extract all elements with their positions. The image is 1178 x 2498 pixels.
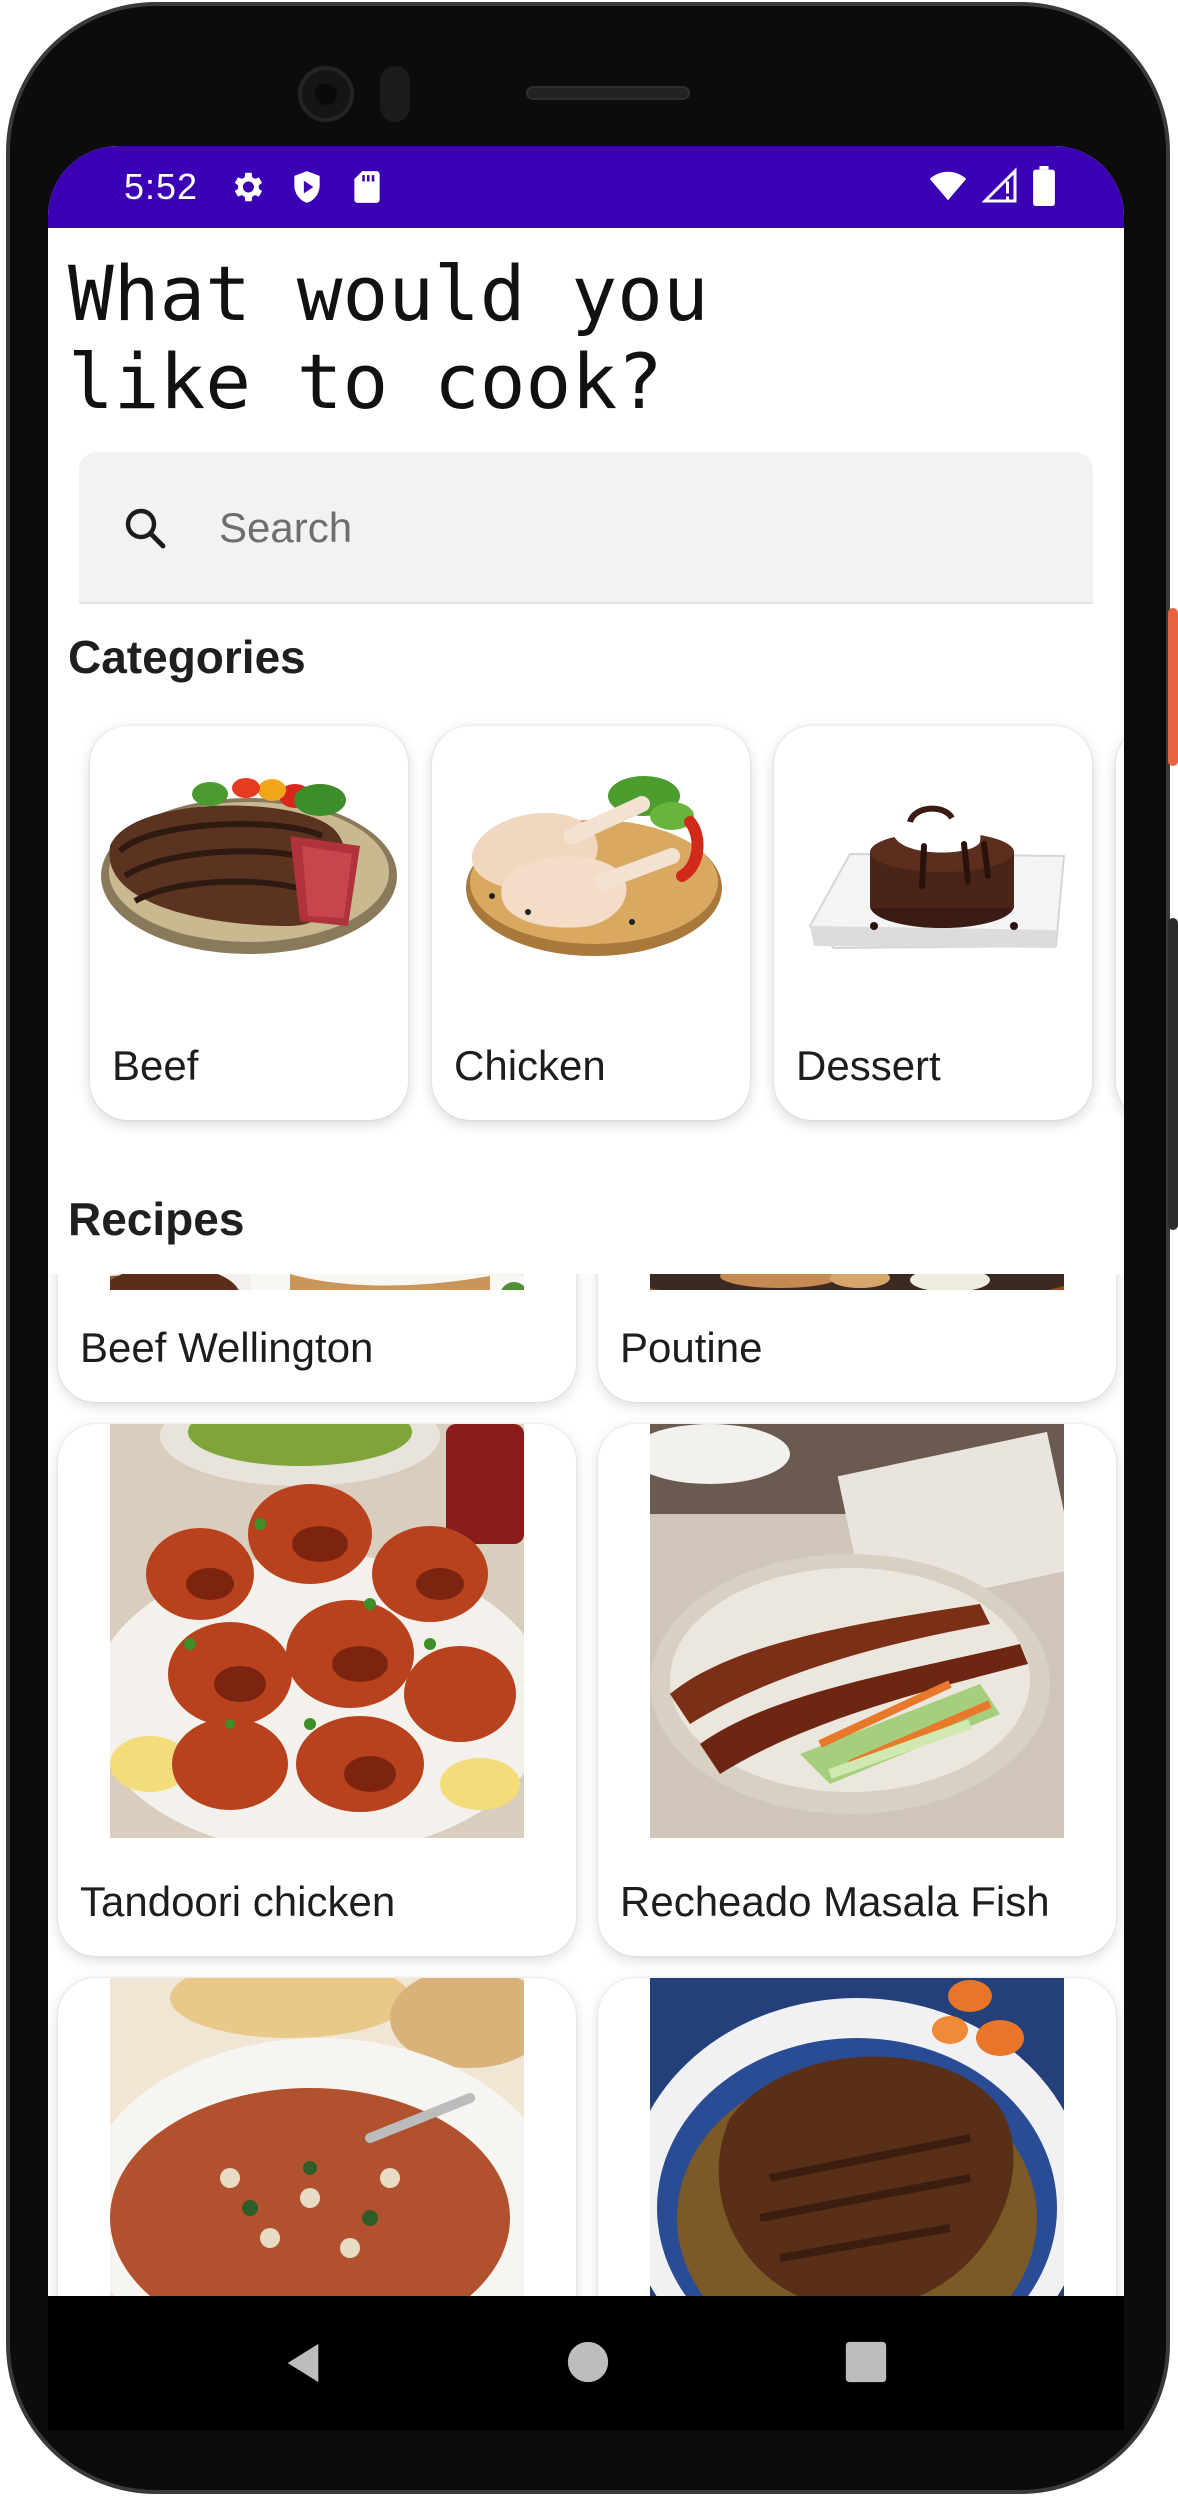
- search-icon: [121, 504, 169, 552]
- recipe-label: Poutine: [620, 1324, 763, 1371]
- recipe-card[interactable]: [58, 1978, 576, 2296]
- category-label: Dessert: [796, 1042, 941, 1089]
- recipes-heading: Recipes: [68, 1193, 245, 1245]
- chicken-legs-image: [432, 726, 750, 1016]
- sd-card-icon: [348, 168, 386, 206]
- beef-steak-image: [90, 726, 408, 1016]
- wifi-icon: [928, 167, 968, 209]
- back-icon[interactable]: [280, 2340, 326, 2390]
- recipe-card-tandoori-chicken[interactable]: Tandoori chicken: [58, 1424, 576, 1956]
- earpiece-speaker: [526, 86, 690, 100]
- status-bar: 5:52: [48, 146, 1124, 228]
- category-label: Beef: [112, 1042, 199, 1089]
- recipe-image: [650, 1978, 1064, 2296]
- recipe-image: [110, 1424, 524, 1838]
- battery-icon: [1032, 166, 1056, 210]
- recipe-card-poutine[interactable]: Poutine: [598, 1274, 1116, 1402]
- category-card-dessert[interactable]: Dessert: [774, 726, 1092, 1120]
- recipe-card[interactable]: [598, 1978, 1116, 2296]
- search-bar[interactable]: [79, 452, 1093, 604]
- status-time: 5:52: [124, 166, 199, 207]
- category-card-beef[interactable]: Beef: [90, 726, 408, 1120]
- categories-carousel[interactable]: Beef Chicken Dessert: [48, 716, 1124, 1186]
- categories-heading: Categories: [68, 631, 306, 683]
- recipe-card-recheado-masala-fish[interactable]: Recheado Masala Fish: [598, 1424, 1116, 1956]
- status-right-icons: [928, 166, 1056, 210]
- chocolate-cake-image: [774, 726, 1092, 1016]
- recipe-label: Recheado Masala Fish: [620, 1878, 1050, 1925]
- recipe-image: [650, 1424, 1064, 1838]
- category-label: Chicken: [454, 1042, 606, 1089]
- search-input[interactable]: [219, 496, 1059, 560]
- category-card-next[interactable]: [1116, 726, 1124, 1120]
- app-screen: 5:52 What would you like to cook? Search…: [48, 146, 1124, 2296]
- recipes-grid[interactable]: Beef Wellington Poutine Tandoori chicken…: [48, 1274, 1124, 2296]
- page-title: What would you like to cook?: [68, 249, 709, 426]
- navigation-bar: [48, 2296, 1124, 2430]
- recipe-image: [110, 1274, 524, 1290]
- shield-play-icon: [288, 168, 326, 206]
- recents-icon[interactable]: [844, 2340, 888, 2388]
- recipe-label: Beef Wellington: [80, 1324, 374, 1371]
- front-camera: [298, 66, 354, 122]
- cell-signal-icon: [981, 167, 1018, 209]
- power-button: [1168, 608, 1178, 766]
- proximity-sensor: [380, 66, 410, 122]
- recipe-card-beef-wellington[interactable]: Beef Wellington: [58, 1274, 576, 1402]
- recipe-image: [650, 1274, 1064, 1290]
- settings-gear-icon: [228, 168, 266, 206]
- home-icon[interactable]: [566, 2340, 610, 2388]
- recipe-image: [110, 1978, 524, 2296]
- volume-button: [1168, 918, 1178, 1230]
- recipe-label: Tandoori chicken: [80, 1878, 396, 1925]
- category-card-chicken[interactable]: Chicken: [432, 726, 750, 1120]
